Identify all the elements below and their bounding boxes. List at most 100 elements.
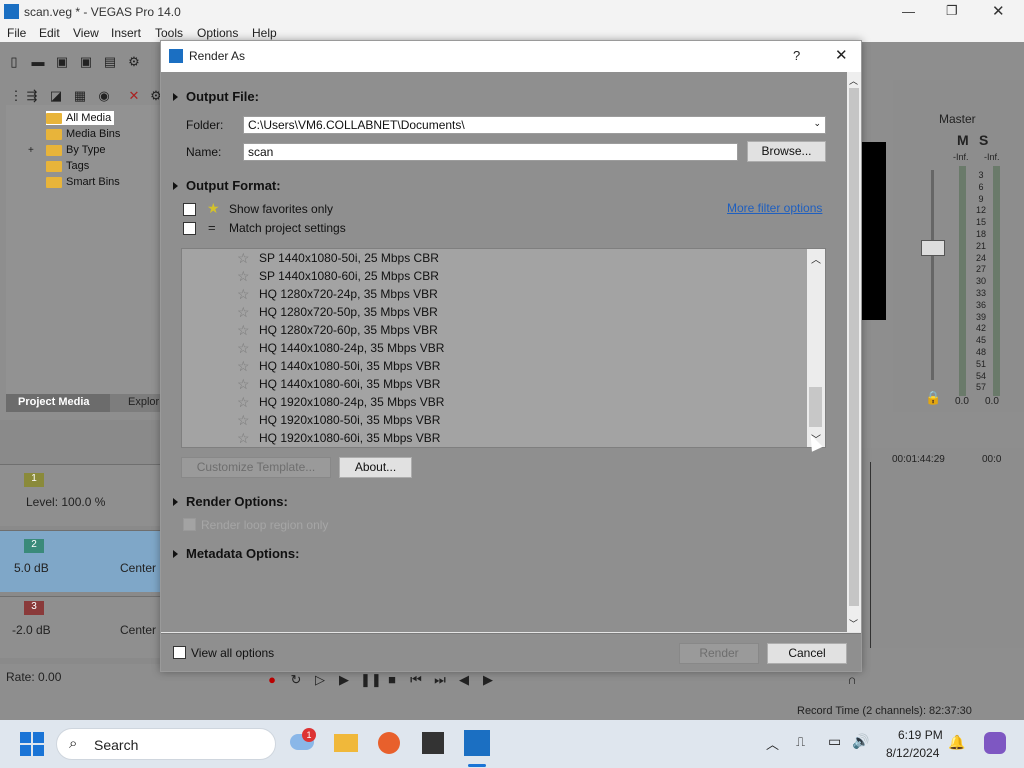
- metadata-options-header[interactable]: Metadata Options:: [173, 546, 299, 561]
- template-row[interactable]: ☆ HQ 1280x720-50p, 35 Mbps VBR: [182, 303, 809, 321]
- template-row[interactable]: ☆ HQ 1920x1080-24p, 35 Mbps VBR: [182, 393, 809, 411]
- tree-item-tags[interactable]: Tags: [46, 159, 89, 173]
- import-icon[interactable]: ⇶: [24, 88, 40, 104]
- tree-item-media-bins[interactable]: Media Bins: [46, 127, 120, 141]
- remove-icon[interactable]: ✕: [126, 88, 142, 104]
- match-project-checkbox[interactable]: [183, 222, 196, 235]
- browse-button[interactable]: Browse...: [747, 141, 826, 162]
- template-row[interactable]: ☆ HQ 1440x1080-50i, 35 Mbps VBR: [182, 357, 809, 375]
- render-options-header[interactable]: Render Options:: [173, 494, 288, 509]
- magnet-icon[interactable]: ∩: [844, 672, 860, 688]
- name-field[interactable]: scan: [243, 143, 738, 161]
- minimize-icon[interactable]: —: [902, 4, 915, 19]
- tree-item-all-media[interactable]: All Media: [46, 111, 115, 125]
- scroll-up-icon[interactable]: ︿: [811, 251, 821, 266]
- display-icon[interactable]: ▭: [828, 733, 841, 750]
- help-button[interactable]: ?: [793, 48, 800, 63]
- favorite-star-icon[interactable]: ☆: [237, 321, 250, 339]
- fader-handle[interactable]: [921, 240, 945, 256]
- maximize-icon[interactable]: ❐: [946, 3, 958, 19]
- taskbar-search[interactable]: ⌕ Search: [56, 728, 276, 760]
- record-icon[interactable]: ●: [264, 672, 280, 688]
- menu-options[interactable]: Options: [197, 26, 238, 40]
- menu-view[interactable]: View: [73, 26, 99, 40]
- expand-icon[interactable]: +: [28, 145, 34, 156]
- prev-frame-icon[interactable]: ◀: [456, 672, 472, 688]
- app-icon[interactable]: [422, 732, 444, 754]
- pause-icon[interactable]: ❚❚: [360, 672, 382, 688]
- template-list[interactable]: ☆ SP 1440x1080-50i, 25 Mbps CBR ☆ SP 1440x1…: [181, 248, 826, 448]
- template-row[interactable]: ☆ SP 1440x1080-60i, 25 Mbps CBR: [182, 267, 809, 285]
- play-from-start-icon[interactable]: ▷: [312, 672, 328, 688]
- go-start-icon[interactable]: ⏮: [408, 672, 424, 688]
- menu-edit[interactable]: Edit: [39, 26, 60, 40]
- go-end-icon[interactable]: ⏭: [432, 672, 448, 688]
- favorite-star-icon[interactable]: ☆: [237, 285, 250, 303]
- favorite-star-icon[interactable]: ☆: [237, 267, 250, 285]
- template-row[interactable]: ☆ HQ 1440x1080-60i, 35 Mbps VBR: [182, 375, 809, 393]
- more-filter-link[interactable]: More filter options: [727, 201, 822, 215]
- favorite-star-icon[interactable]: ☆: [237, 339, 250, 357]
- chevron-down-icon[interactable]: ⌄: [813, 118, 821, 129]
- output-format-header[interactable]: Output Format:: [173, 178, 281, 193]
- about-button[interactable]: About...: [339, 457, 412, 478]
- template-row[interactable]: ☆ HQ 1280x720-60p, 35 Mbps VBR: [182, 321, 809, 339]
- menu-tools[interactable]: Tools: [155, 26, 183, 40]
- properties-icon[interactable]: ⚙: [126, 54, 142, 70]
- vegas-taskbar-icon[interactable]: [464, 730, 490, 756]
- save-icon[interactable]: ▣: [54, 54, 70, 70]
- capture-icon[interactable]: ◪: [48, 88, 64, 104]
- favorite-star-icon[interactable]: ☆: [237, 303, 250, 321]
- render-loop-checkbox[interactable]: [183, 518, 196, 531]
- panel-options-icon[interactable]: ⋮: [8, 88, 24, 104]
- favorite-star-icon[interactable]: ☆: [237, 249, 250, 267]
- menu-help[interactable]: Help: [252, 26, 277, 40]
- view-all-checkbox[interactable]: [173, 646, 186, 659]
- clock-time[interactable]: 6:19 PM: [898, 728, 943, 742]
- scroll-down-icon[interactable]: ﹀: [849, 617, 858, 630]
- open-folder-icon[interactable]: ▬: [30, 54, 46, 70]
- folder-field[interactable]: C:\Users\VM6.COLLABNET\Documents\ ⌄: [243, 116, 826, 134]
- show-favorites-checkbox[interactable]: [183, 203, 196, 216]
- favorite-star-icon[interactable]: ☆: [237, 375, 250, 393]
- mute-button[interactable]: M: [957, 132, 969, 148]
- volume-icon[interactable]: 🔊: [852, 733, 869, 750]
- output-file-header[interactable]: Output File:: [173, 89, 259, 104]
- scroll-up-icon[interactable]: ︿: [849, 74, 858, 87]
- play-icon[interactable]: ▶: [336, 672, 352, 688]
- template-row[interactable]: ☆ HQ 1920x1080-50i, 35 Mbps VBR: [182, 411, 809, 429]
- track-2[interactable]: 2 5.0 dB Center: [0, 530, 164, 592]
- scroll-thumb[interactable]: [849, 88, 859, 606]
- template-row[interactable]: ☆ HQ 1920x1080-60i, 35 Mbps VBR: [182, 429, 809, 447]
- next-frame-icon[interactable]: ▶: [480, 672, 496, 688]
- stop-icon[interactable]: ■: [384, 672, 400, 688]
- favorite-star-icon[interactable]: ☆: [237, 429, 250, 447]
- render-icon[interactable]: ▤: [102, 54, 118, 70]
- notifications-bell-icon[interactable]: 🔔: [948, 734, 965, 751]
- track-1[interactable]: 1 Level: 100.0 %: [0, 464, 164, 526]
- template-row[interactable]: ☆ HQ 1280x720-24p, 35 Mbps VBR: [182, 285, 809, 303]
- loop-icon[interactable]: ↻: [288, 672, 304, 688]
- windows-start-icon[interactable]: [20, 732, 44, 756]
- clock-date[interactable]: 8/12/2024: [886, 746, 939, 760]
- copilot-icon[interactable]: [984, 732, 1006, 754]
- dialog-scrollbar[interactable]: ︿ ﹀: [847, 72, 861, 632]
- tree-item-by-type[interactable]: By Type: [46, 143, 106, 157]
- new-file-icon[interactable]: ▯: [6, 54, 22, 70]
- web-icon[interactable]: ◉: [96, 88, 112, 104]
- template-row[interactable]: ☆ HQ 1440x1080-24p, 35 Mbps VBR: [182, 339, 809, 357]
- menu-insert[interactable]: Insert: [111, 26, 141, 40]
- save-as-icon[interactable]: ▣: [78, 54, 94, 70]
- firefox-icon[interactable]: [378, 732, 400, 754]
- solo-button[interactable]: S: [979, 132, 988, 148]
- scroll-thumb[interactable]: [809, 387, 822, 427]
- favorite-star-icon[interactable]: ☆: [237, 393, 250, 411]
- track-3[interactable]: 3 -2.0 dB Center: [0, 596, 164, 658]
- template-row[interactable]: ☆ SP 1440x1080-50i, 25 Mbps CBR: [182, 249, 809, 267]
- customize-template-button[interactable]: Customize Template...: [181, 457, 331, 478]
- tree-item-smart-bins[interactable]: Smart Bins: [46, 175, 120, 189]
- lock-icon[interactable]: 🔒: [925, 390, 941, 406]
- favorite-star-icon[interactable]: ☆: [237, 411, 250, 429]
- tab-project-media[interactable]: Project Media: [6, 394, 110, 412]
- tab-explorer[interactable]: Explor: [128, 396, 159, 408]
